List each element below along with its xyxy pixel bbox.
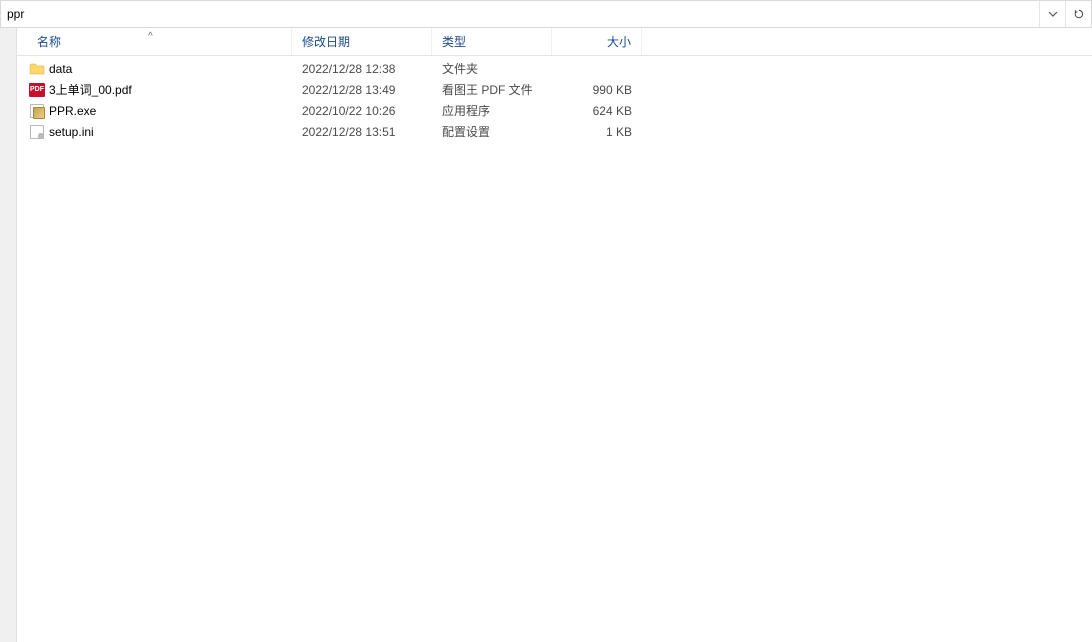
file-name: data (49, 62, 72, 76)
main-area: ^ 名称 修改日期 类型 大小 data2022/12/28 12:38文件夹P… (0, 28, 1092, 642)
pdf-icon: PDF (29, 83, 45, 97)
file-type: 看图王 PDF 文件 (432, 79, 552, 100)
address-input[interactable] (1, 1, 1039, 27)
file-size: 1 KB (552, 121, 642, 142)
file-size (552, 58, 642, 79)
address-bar (0, 0, 1092, 28)
file-size: 990 KB (552, 79, 642, 100)
file-row[interactable]: PDF 3上单词_00.pdf 2022/12/28 13:49看图王 PDF 文件… (17, 79, 1092, 100)
column-header-name[interactable]: 名称 (17, 28, 292, 55)
refresh-button[interactable] (1065, 1, 1091, 27)
file-name: 3上单词_00.pdf (49, 81, 132, 98)
folder-icon (29, 61, 45, 77)
column-header-size[interactable]: 大小 (552, 28, 642, 55)
file-name: setup.ini (49, 125, 94, 139)
gear-icon (36, 131, 46, 141)
navigation-pane[interactable] (0, 28, 17, 642)
column-header-type[interactable]: 类型 (432, 28, 552, 55)
column-header-date[interactable]: 修改日期 (292, 28, 432, 55)
file-list: data 2022/12/28 12:38文件夹 PDF 3上单词_00.pdf 202… (17, 56, 1092, 142)
column-headers: 名称 修改日期 类型 大小 (17, 28, 1092, 56)
file-date: 2022/10/22 10:26 (292, 100, 432, 121)
application-icon (29, 103, 45, 119)
file-type: 文件夹 (432, 58, 552, 79)
file-name: PPR.exe (49, 104, 96, 118)
file-size: 624 KB (552, 100, 642, 121)
file-date: 2022/12/28 12:38 (292, 58, 432, 79)
sort-indicator-icon: ^ (148, 31, 153, 42)
file-view: ^ 名称 修改日期 类型 大小 data2022/12/28 12:38文件夹P… (17, 28, 1092, 642)
file-date: 2022/12/28 13:51 (292, 121, 432, 142)
history-dropdown-button[interactable] (1039, 1, 1065, 27)
file-date: 2022/12/28 13:49 (292, 79, 432, 100)
settings-file-icon (29, 124, 45, 140)
file-row[interactable]: PPR.exe 2022/10/22 10:26应用程序624 KB (17, 100, 1092, 121)
chevron-down-icon (1047, 8, 1059, 20)
file-type: 应用程序 (432, 100, 552, 121)
refresh-icon (1073, 8, 1085, 20)
file-row[interactable]: setup.ini 2022/12/28 13:51配置设置1 KB (17, 121, 1092, 142)
file-type: 配置设置 (432, 121, 552, 142)
file-row[interactable]: data 2022/12/28 12:38文件夹 (17, 58, 1092, 79)
